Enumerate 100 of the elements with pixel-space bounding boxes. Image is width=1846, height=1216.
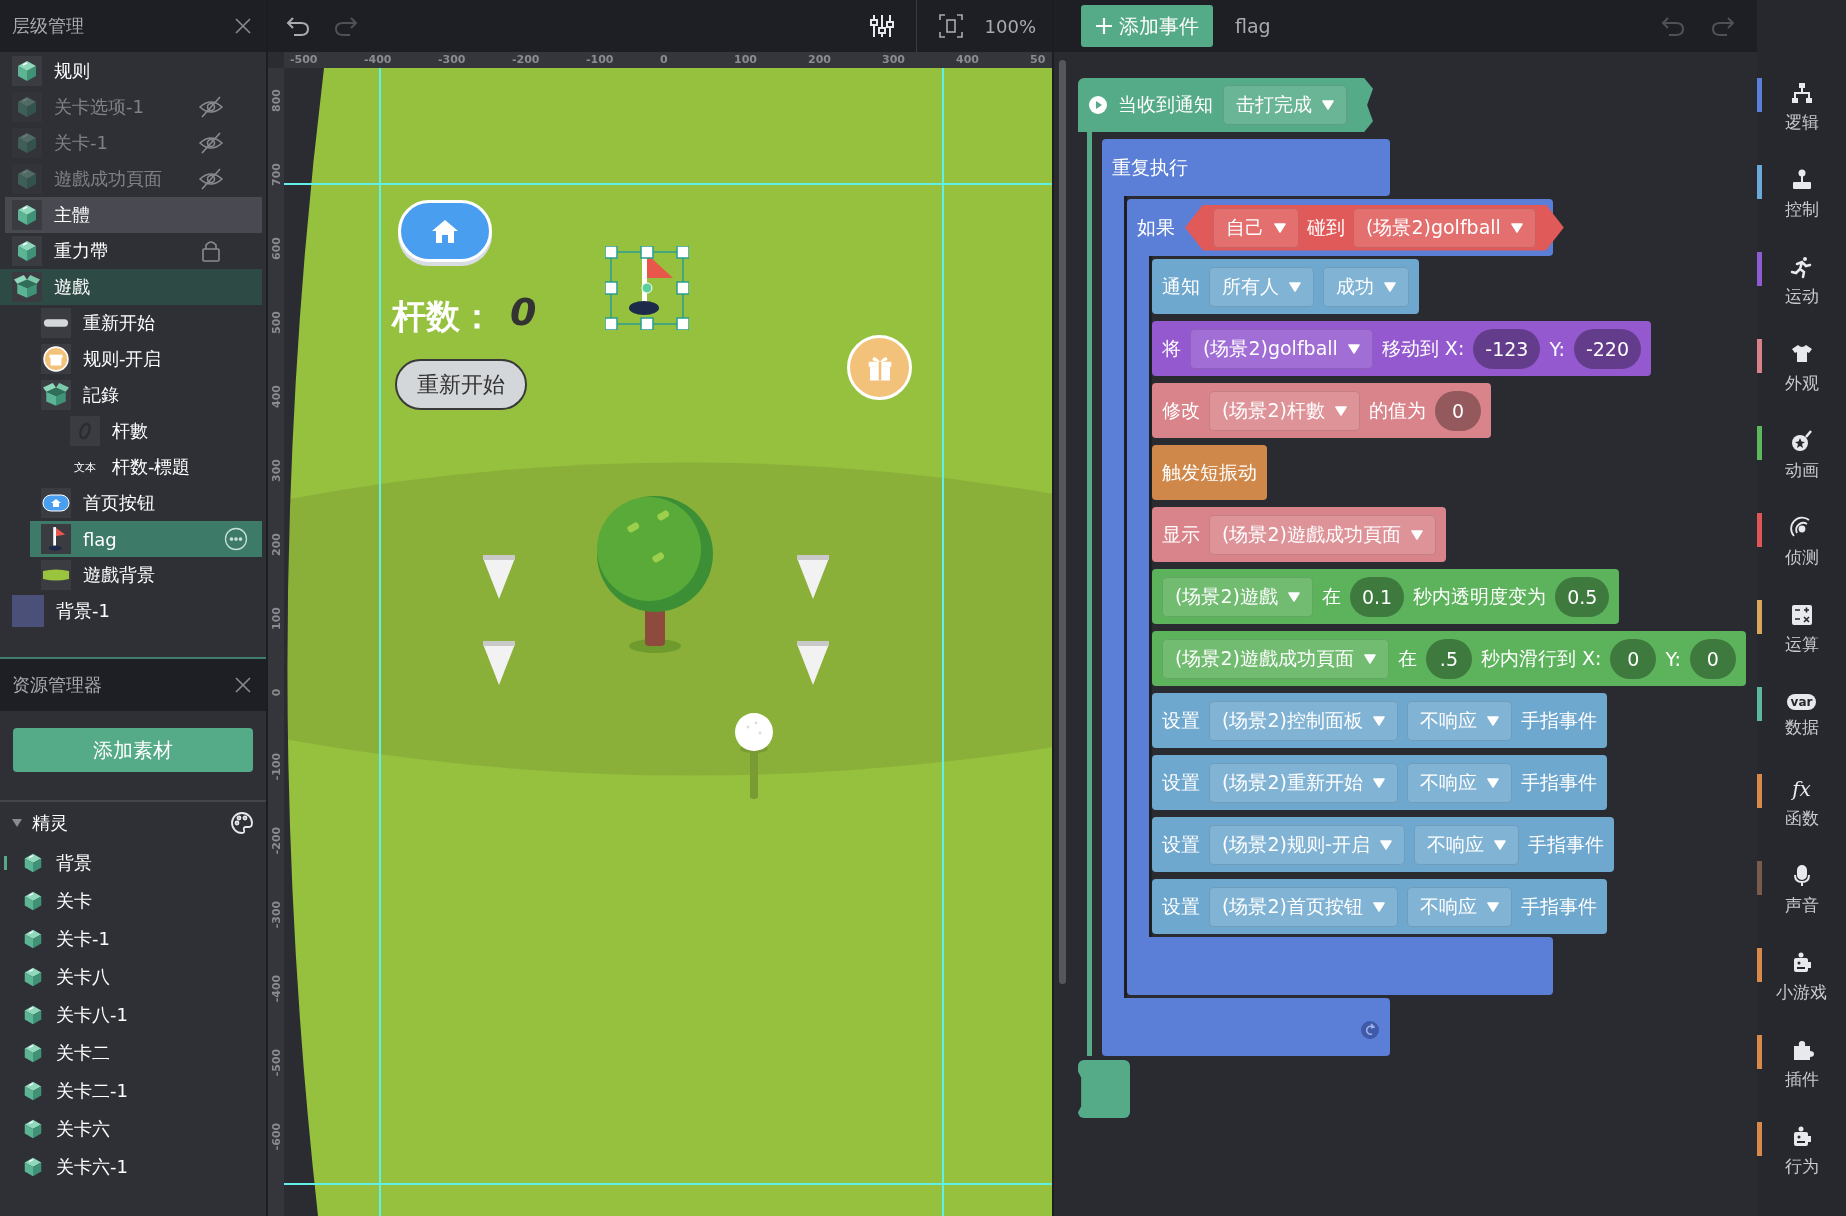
scrollbar[interactable] [1059,60,1066,984]
more-icon[interactable] [224,527,248,551]
caret-icon [1486,715,1499,726]
asset-item[interactable]: 关卡六 [0,1110,266,1148]
asset-item[interactable]: 关卡二 [0,1034,266,1072]
fit-screen-icon[interactable] [936,12,965,40]
block-dropdown[interactable]: (场景2)golfball [1353,207,1536,248]
eye-off-icon[interactable] [198,131,224,155]
eye-off-icon[interactable] [198,167,224,191]
layer-item[interactable]: 规则-开启 [0,341,262,377]
layer-item[interactable]: 遊戲成功頁面 [0,161,262,197]
layer-item[interactable]: 规则 [0,53,262,89]
play-icon [1088,95,1108,115]
asset-item[interactable]: 关卡八 [0,958,266,996]
zoom-level[interactable]: 100% [984,15,1036,37]
layer-item[interactable]: 文本 杆数-標題 [0,449,262,485]
number-input[interactable]: 0.5 [1555,576,1610,617]
layer-item[interactable]: 关卡-1 [0,125,262,161]
category-button[interactable]: 行为 [1757,1108,1846,1195]
layer-item[interactable]: 遊戲背景 [0,557,262,593]
block-label: 碰到 [1307,214,1345,240]
category-button[interactable]: 动画 [1757,412,1846,499]
number-input[interactable]: -123 [1473,328,1541,369]
hierarchy-icon [1789,81,1814,105]
home-button-icon [42,494,70,512]
block-label: 当收到通知 [1118,92,1213,117]
ruler-label: -500 [290,53,318,66]
category-button[interactable]: 运动 [1757,238,1846,325]
layer-item[interactable]: 关卡选项-1 [0,89,262,125]
event-block[interactable]: 当收到通知 击打完成 [1078,78,1373,132]
code-block[interactable]: 将 (场景2)golfball 移动到 X: -123 Y: -220 [1152,321,1652,376]
asset-item[interactable]: 关卡八-1 [0,996,266,1034]
close-icon[interactable] [234,676,252,694]
number-input[interactable]: 0 [1689,638,1736,679]
ruler-label: 300 [269,458,283,484]
ellipse-thumbnail [42,569,70,581]
block-label: 设置 [1162,707,1200,733]
code-block[interactable]: (场景2)遊戲成功頁面 在 .5 秒内滑行到 X: 0 Y: 0 [1152,631,1746,686]
category-button[interactable]: 运算 [1757,586,1846,673]
cube-icon [15,95,39,119]
code-block[interactable]: (场景2)遊戲 在 0.1 秒内透明度变为 0.5 [1152,569,1620,624]
category-button[interactable]: 侦测 [1757,499,1846,586]
asset-item[interactable]: 关卡-1 [0,920,266,958]
category-button[interactable]: fx 函数 [1757,760,1846,847]
section-title: 精灵 [32,811,69,835]
sprite-tab[interactable]: flag [1235,15,1271,37]
ruler-label: 0 [269,687,283,699]
button-thumbnail [43,318,69,328]
number-input[interactable]: 0 [1434,390,1481,431]
asset-item[interactable]: 关卡六-1 [0,1148,266,1186]
block-label: 手指事件 [1520,769,1597,795]
add-event-button[interactable]: 添加事件 [1081,5,1213,47]
layer-item[interactable]: 首页按钮 [0,485,262,521]
asset-item[interactable]: 关卡二-1 [0,1072,266,1110]
sliders-icon[interactable] [867,12,896,40]
asset-item[interactable]: 关卡 [0,882,266,920]
block-dropdown[interactable]: (场景2)golfball [1190,328,1373,369]
expand-arrow-icon[interactable] [12,819,22,827]
caret-icon [1372,901,1385,912]
restart-button[interactable]: 重新开始 [395,359,527,410]
layer-item[interactable]: 記錄 [0,377,262,413]
number-input[interactable]: 0 [1610,638,1657,679]
layer-item[interactable]: 重新开始 [0,305,262,341]
asset-item[interactable]: 背景 [0,844,266,882]
block-label: Y: [1665,647,1681,670]
category-button[interactable]: 逻辑 [1757,64,1846,151]
category-button[interactable]: 小游戏 [1757,934,1846,1021]
block-label: 手指事件 [1520,707,1597,733]
block-label: Y: [1549,337,1565,360]
number-input[interactable]: .5 [1425,638,1472,679]
home-icon [431,218,459,244]
palette-icon[interactable] [230,811,254,835]
caret-icon [1486,777,1499,788]
category-button[interactable]: 控制 [1757,151,1846,238]
layer-item[interactable]: 重力帶 [0,233,262,269]
category-button[interactable]: 插件 [1757,1021,1846,1108]
eye-off-icon[interactable] [198,95,224,119]
close-icon[interactable] [234,17,252,35]
loop-block-header[interactable]: 重复执行 [1102,139,1390,196]
add-asset-button[interactable]: 添加素材 [13,728,253,772]
code-block[interactable]: 显示 (场景2)遊戲成功頁面 [1152,507,1446,562]
layer-item[interactable]: 背景-1 [0,593,262,629]
category-button[interactable]: 声音 [1757,847,1846,934]
ruler-label: 700 [269,162,283,188]
condition-block[interactable]: 自己 碰到 (场景2)golfball [1185,204,1564,251]
category-button[interactable]: 外观 [1757,325,1846,412]
code-block[interactable]: 修改 (场景2)杆數 的值为 0 [1152,383,1491,438]
number-input[interactable]: -220 [1573,328,1642,369]
category-button[interactable]: var 数据 [1757,673,1846,760]
gift-icon [43,346,69,372]
layer-item[interactable]: 遊戲 [0,269,262,305]
block-dropdown[interactable]: 自己 [1213,207,1299,248]
layer-item[interactable]: 主體 [5,197,262,233]
layer-item[interactable]: 杆數 [0,413,262,449]
layer-item[interactable]: flag [30,521,262,557]
code-block[interactable]: 触发短振动 [1152,445,1267,500]
number-input[interactable]: 0.1 [1349,576,1405,617]
score-value: 0 [510,290,537,334]
ruler-label: 600 [269,236,283,262]
flag-sprite[interactable] [605,246,689,330]
